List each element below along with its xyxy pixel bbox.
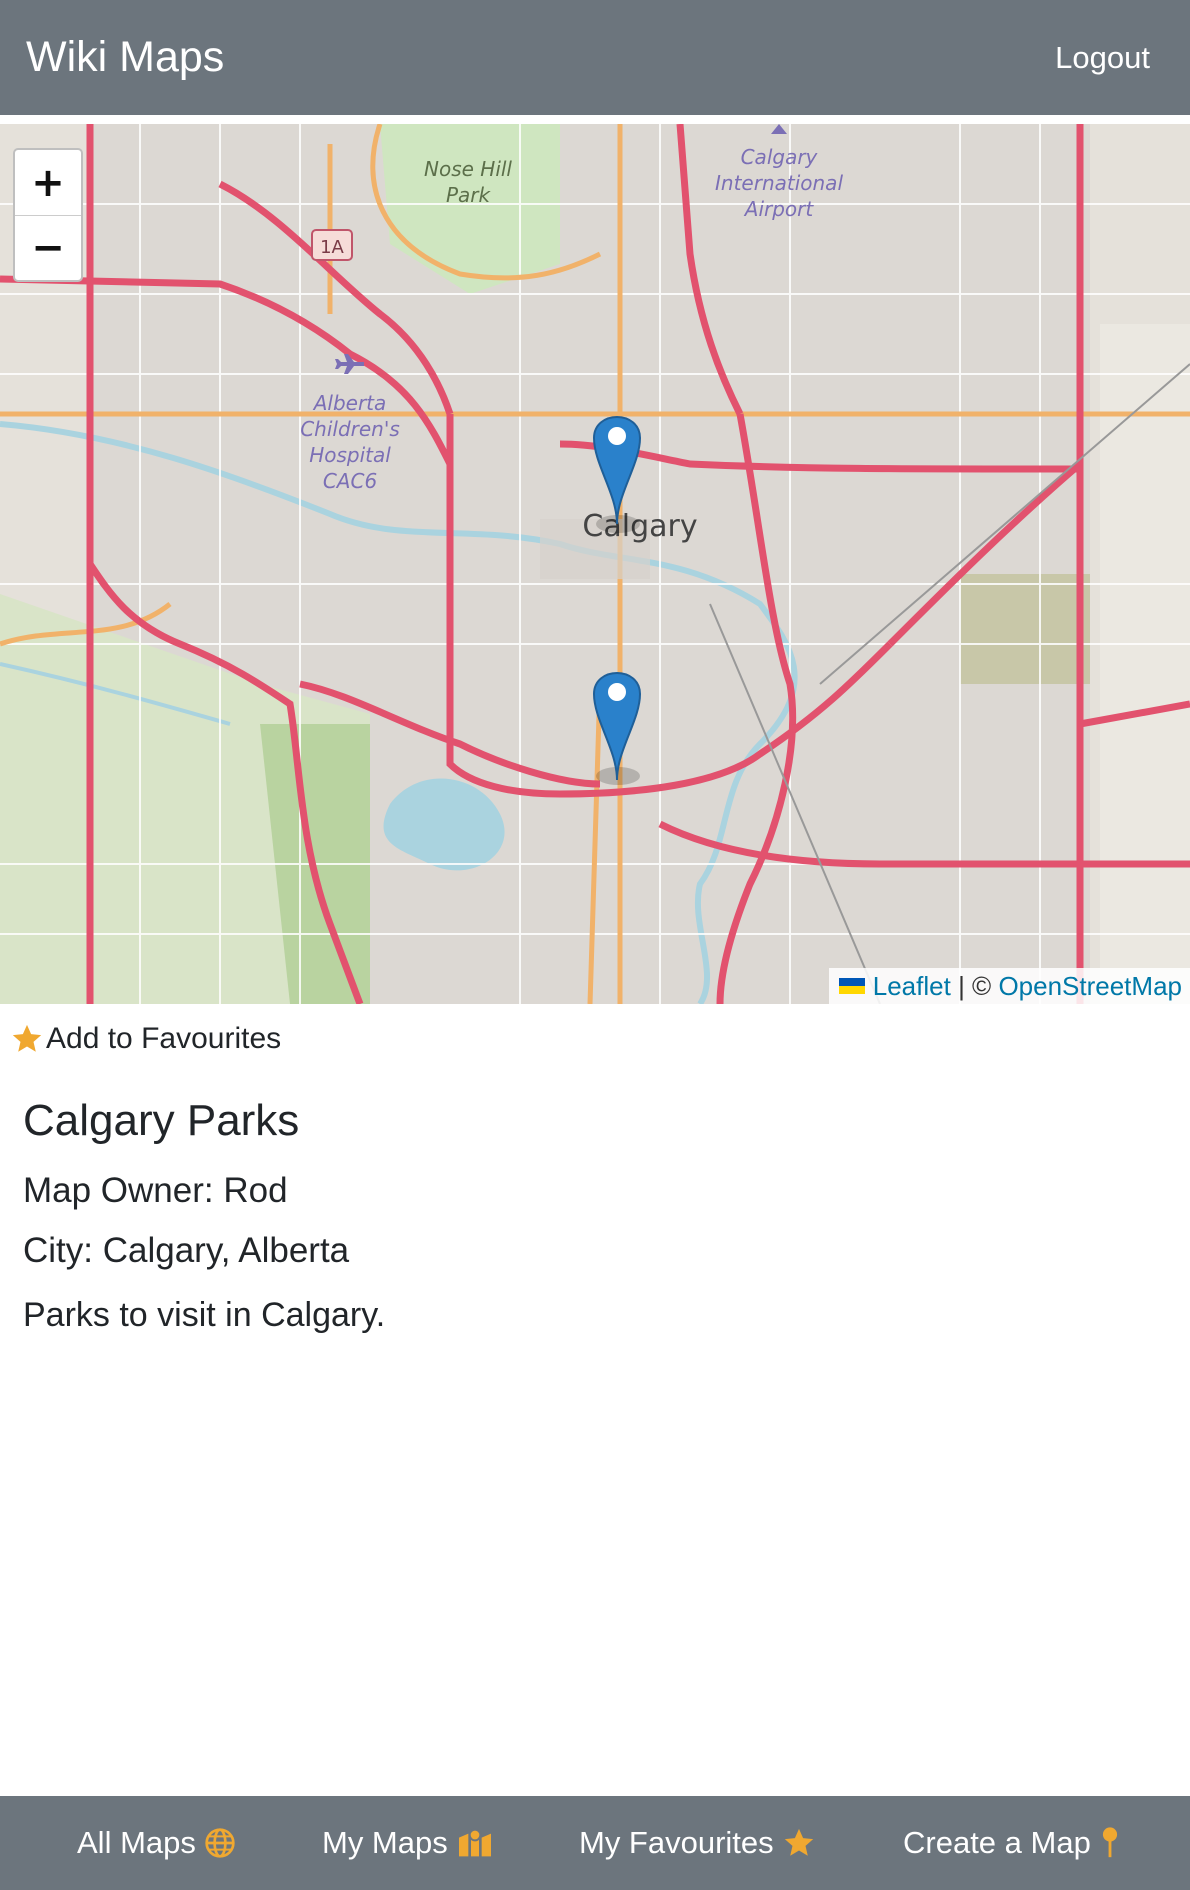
zoom-in-button[interactable]: + (15, 150, 81, 215)
star-icon (12, 1024, 42, 1052)
route-shield: 1A (320, 237, 344, 258)
park-label-2: Park (446, 183, 492, 207)
map-view[interactable]: Nose Hill Park Calgary International Air… (0, 124, 1190, 1004)
star-icon (784, 1828, 813, 1856)
map-tiles: Nose Hill Park Calgary International Air… (0, 124, 1190, 1004)
ukraine-flag-icon (838, 978, 865, 994)
hospital-label: Alberta (312, 391, 387, 415)
map-attribution: Leaflet | © OpenStreetMap (828, 968, 1190, 1004)
nav-my-maps-label: My Maps (322, 1825, 448, 1860)
map-icon (458, 1828, 491, 1857)
pin-icon (1102, 1827, 1117, 1858)
nav-my-favourites[interactable]: My Favourites (579, 1796, 816, 1890)
bottom-nav: All Maps My Maps My Favourites Create a … (0, 1796, 1190, 1890)
top-navbar: Wiki Maps Logout (0, 0, 1190, 115)
brand-title[interactable]: Wiki Maps (26, 33, 224, 82)
nav-create-map-label: Create a Map (903, 1825, 1091, 1860)
map-title: Calgary Parks (23, 1096, 300, 1145)
park-label: Nose Hill (424, 157, 512, 181)
leaflet-link[interactable]: Leaflet (873, 971, 951, 1002)
zoom-control: + − (13, 148, 83, 282)
nav-all-maps[interactable]: All Maps (77, 1796, 236, 1890)
nav-create-map[interactable]: Create a Map (903, 1796, 1121, 1890)
map-owner: Map Owner: Rod (23, 1171, 288, 1210)
add-to-favourites-button[interactable]: Add to Favourites (10, 1022, 281, 1056)
hospital-label-3: Hospital (309, 443, 391, 467)
attribution-separator: | © (950, 970, 999, 1001)
nav-all-maps-label: All Maps (77, 1825, 196, 1860)
add-to-favourites-label: Add to Favourites (46, 1022, 282, 1055)
nav-my-favourites-label: My Favourites (579, 1825, 774, 1860)
hospital-label-4: CAC6 (323, 469, 377, 493)
logout-link[interactable]: Logout (1055, 40, 1150, 76)
airport-label-3: Airport (743, 197, 815, 221)
map-city: City: Calgary, Alberta (23, 1231, 350, 1270)
nav-my-maps[interactable]: My Maps (322, 1796, 494, 1890)
zoom-out-button[interactable]: − (15, 215, 81, 280)
globe-icon (205, 1828, 235, 1858)
map-details: Calgary Parks Map Owner: Rod City: Calga… (23, 1095, 1163, 1336)
osm-link[interactable]: OpenStreetMap (998, 971, 1182, 1002)
airport-label: Calgary (741, 145, 819, 169)
map-description: Parks to visit in Calgary. (23, 1296, 386, 1334)
airport-label-2: International (715, 171, 843, 195)
hospital-label-2: Children's (300, 417, 400, 441)
